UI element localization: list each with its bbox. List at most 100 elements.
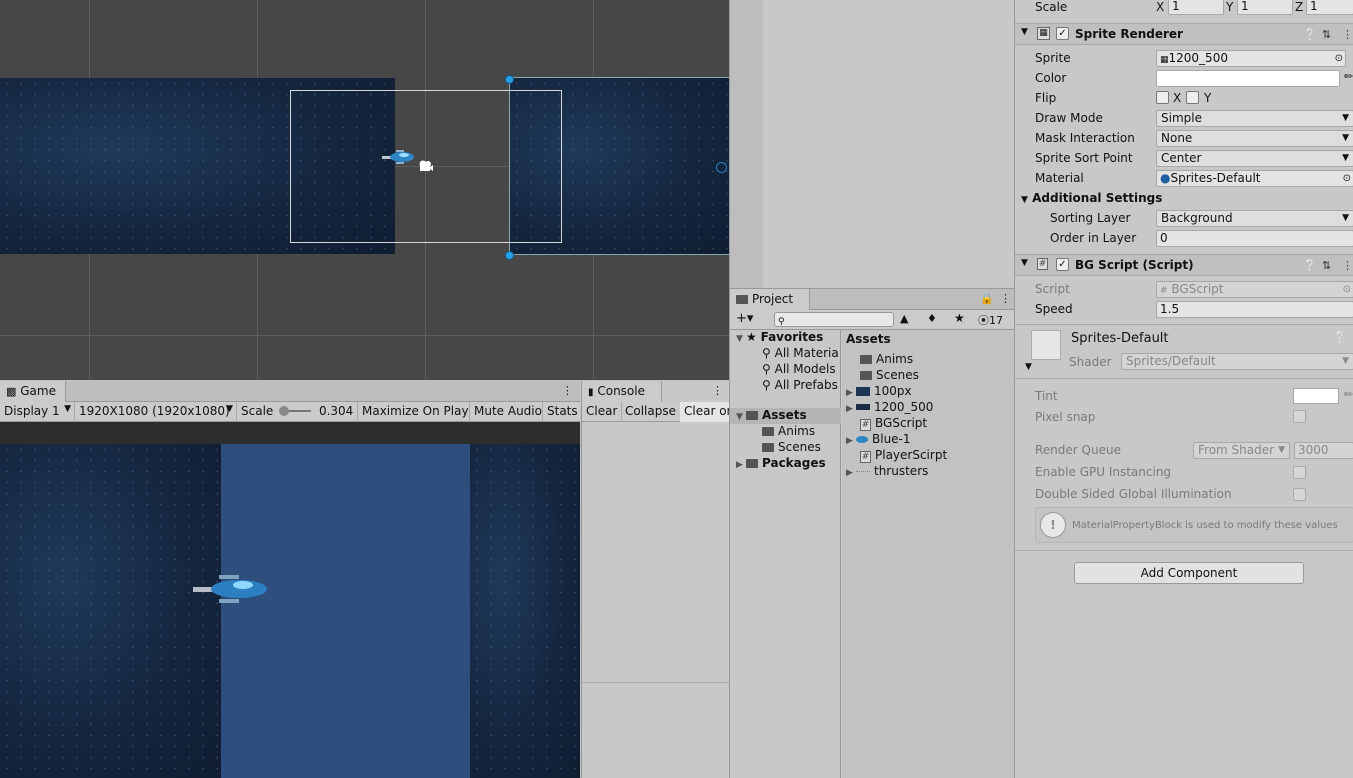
tree-fav-item[interactable]: ⚲ All Materia [762, 346, 839, 362]
scene-view[interactable] [0, 0, 729, 380]
tree-favorites[interactable]: ▼ ★ Favorites [736, 330, 823, 346]
component-enabled-checkbox[interactable]: ✓ [1056, 258, 1069, 271]
component-enabled-checkbox[interactable]: ✓ [1056, 27, 1069, 40]
kebab-menu-icon[interactable]: ⋮ [1342, 259, 1353, 272]
shader-value: Sprites/Default [1126, 354, 1216, 368]
sorting-layer-dropdown[interactable]: Background ▼ [1156, 210, 1353, 227]
game-background-right [470, 444, 580, 778]
material-field[interactable]: ●Sprites-Default ⊙ [1156, 170, 1353, 187]
script-icon: # [860, 419, 871, 431]
stats-toggle[interactable]: Stats [543, 402, 580, 422]
hidden-packages-toggle[interactable]: ⦿17 [978, 312, 1003, 328]
help-icon[interactable]: ❔ [1303, 28, 1317, 41]
rect-handle-bottom[interactable] [505, 251, 514, 260]
player-ship-icon[interactable] [382, 148, 418, 168]
game-render-view[interactable] [0, 422, 580, 778]
object-picker-icon[interactable]: ⊙ [1335, 51, 1343, 66]
tree-packages[interactable]: ▶ Packages [736, 456, 826, 472]
slider-thumb[interactable] [279, 406, 290, 416]
add-create-button[interactable]: +▾ [736, 311, 753, 326]
flip-x-checkbox[interactable] [1156, 91, 1169, 104]
expand-arrow-icon[interactable]: ▼ [1021, 258, 1028, 268]
presets-icon[interactable]: ⇅ [1322, 28, 1331, 41]
search-input[interactable]: ⚲ [774, 312, 894, 327]
double-sided-gi-checkbox [1293, 488, 1306, 501]
mask-interaction-dropdown[interactable]: None ▼ [1156, 130, 1353, 147]
material-preview-thumbnail [1031, 330, 1061, 360]
info-box: ! MaterialPropertyBlock is used to modif… [1035, 507, 1353, 543]
help-icon[interactable]: ❔ [1303, 259, 1317, 272]
expand-arrow-icon[interactable]: ▼ [1021, 27, 1028, 37]
search-icon: ⚲ [778, 317, 785, 327]
add-component-button[interactable]: Add Component [1074, 562, 1304, 584]
mute-audio-toggle[interactable]: Mute Audio [470, 402, 543, 422]
asset-label: 1200_500 [874, 400, 934, 414]
color-swatch[interactable] [1156, 70, 1340, 87]
order-in-layer-field[interactable]: 0 [1156, 230, 1353, 247]
lock-icon[interactable]: 🔒 [980, 292, 994, 305]
tree-fav-item[interactable]: ⚲ All Prefabs [762, 378, 838, 394]
clear-on-play-button[interactable]: Clear or [680, 402, 736, 422]
scale-z-field[interactable]: 1 [1306, 0, 1353, 15]
flip-y-checkbox[interactable] [1186, 91, 1199, 104]
assets-breadcrumb[interactable]: Assets [846, 332, 891, 348]
asset-item[interactable]: ▶ 100px [846, 384, 912, 400]
scale-y-field[interactable]: 1 [1237, 0, 1293, 15]
draw-mode-dropdown[interactable]: Simple ▼ [1156, 110, 1353, 127]
expand-arrow-icon[interactable]: ▼ [1025, 362, 1032, 372]
kebab-menu-icon[interactable]: ⋮ [562, 384, 573, 397]
pivot-handle[interactable] [716, 162, 727, 173]
tree-folder[interactable]: Scenes [762, 440, 821, 456]
presets-icon[interactable]: ⇅ [1322, 259, 1331, 272]
clear-button[interactable]: Clear [582, 402, 623, 422]
collapse-arrow-icon: ▶ [846, 436, 853, 446]
eyedropper-icon[interactable]: ✏ [1344, 70, 1353, 83]
sprite-field[interactable]: ▦1200_500 ⊙ [1156, 50, 1346, 67]
draw-mode-label: Draw Mode [1035, 111, 1103, 125]
tab-project[interactable]: Project [730, 289, 810, 310]
collapse-button[interactable]: Collapse [621, 402, 681, 422]
asset-item[interactable]: # PlayerScirpt [860, 448, 947, 464]
help-icon[interactable]: ❔ [1333, 331, 1347, 344]
tree-assets[interactable]: ▼ Assets [730, 408, 841, 424]
rect-handle-top[interactable] [505, 75, 514, 84]
sprite-sort-point-dropdown[interactable]: Center ▼ [1156, 150, 1353, 167]
game-background-left [0, 444, 221, 778]
tab-console[interactable]: ▮ Console [582, 381, 662, 402]
asset-item[interactable]: ▶ Blue-1 [846, 432, 911, 448]
favorite-star-icon[interactable]: ★ [954, 311, 965, 325]
kebab-menu-icon[interactable]: ⋮ [1000, 292, 1011, 305]
bg-script-header[interactable]: ▼ # ✓ BG Script (Script) ❔ ⇅ ⋮ [1015, 254, 1353, 276]
asset-item[interactable]: ▶ 1200_500 [846, 400, 933, 416]
tree-folder[interactable]: Anims [762, 424, 815, 440]
asset-label: 100px [874, 384, 912, 398]
object-picker-icon: ⊙ [1342, 284, 1351, 295]
maximize-on-play-toggle[interactable]: Maximize On Play [358, 402, 470, 422]
display-select[interactable]: Display 1 ▼ [0, 402, 75, 422]
tree-fav-item[interactable]: ⚲ All Models [762, 362, 836, 378]
filter-type-icon[interactable]: ▲ [900, 312, 908, 325]
kebab-menu-icon[interactable]: ⋮ [1342, 28, 1353, 41]
additional-settings-foldout[interactable]: ▼ Additional Settings [1021, 191, 1162, 205]
asset-item[interactable]: ▶ thrusters [846, 464, 928, 480]
slider-track[interactable] [279, 406, 312, 416]
label-tag-icon[interactable]: ♦ [927, 312, 937, 325]
scale-slider[interactable]: Scale 0.304 [237, 402, 358, 422]
script-field: # BGScript ⊙ [1156, 281, 1353, 298]
object-picker-icon[interactable]: ⊙ [1343, 171, 1351, 186]
resolution-select[interactable]: 1920X1080 (1920x1080) ▼ [75, 402, 237, 422]
collapse-arrow-icon: ▶ [846, 388, 853, 398]
caret-down-icon: ▼ [1342, 356, 1349, 366]
scale-x-field[interactable]: 1 [1168, 0, 1224, 15]
expand-arrow-icon: ▼ [1021, 195, 1028, 205]
star-icon: ★ [746, 330, 761, 344]
kebab-menu-icon[interactable]: ⋮ [712, 384, 723, 397]
inspector-panel: Scale X 1 Y 1 Z 1 ▼ ▦ ✓ Sprite Renderer … [1014, 0, 1353, 778]
asset-item[interactable]: # BGScript [860, 416, 927, 432]
asset-item[interactable]: Scenes [860, 368, 919, 384]
tab-game[interactable]: ▩ Game [0, 381, 66, 402]
sprite-renderer-header[interactable]: ▼ ▦ ✓ Sprite Renderer ❔ ⇅ ⋮ [1015, 23, 1353, 45]
camera-gizmo-icon[interactable] [418, 159, 434, 173]
speed-field[interactable]: 1.5 [1156, 301, 1353, 318]
asset-item[interactable]: Anims [860, 352, 913, 368]
